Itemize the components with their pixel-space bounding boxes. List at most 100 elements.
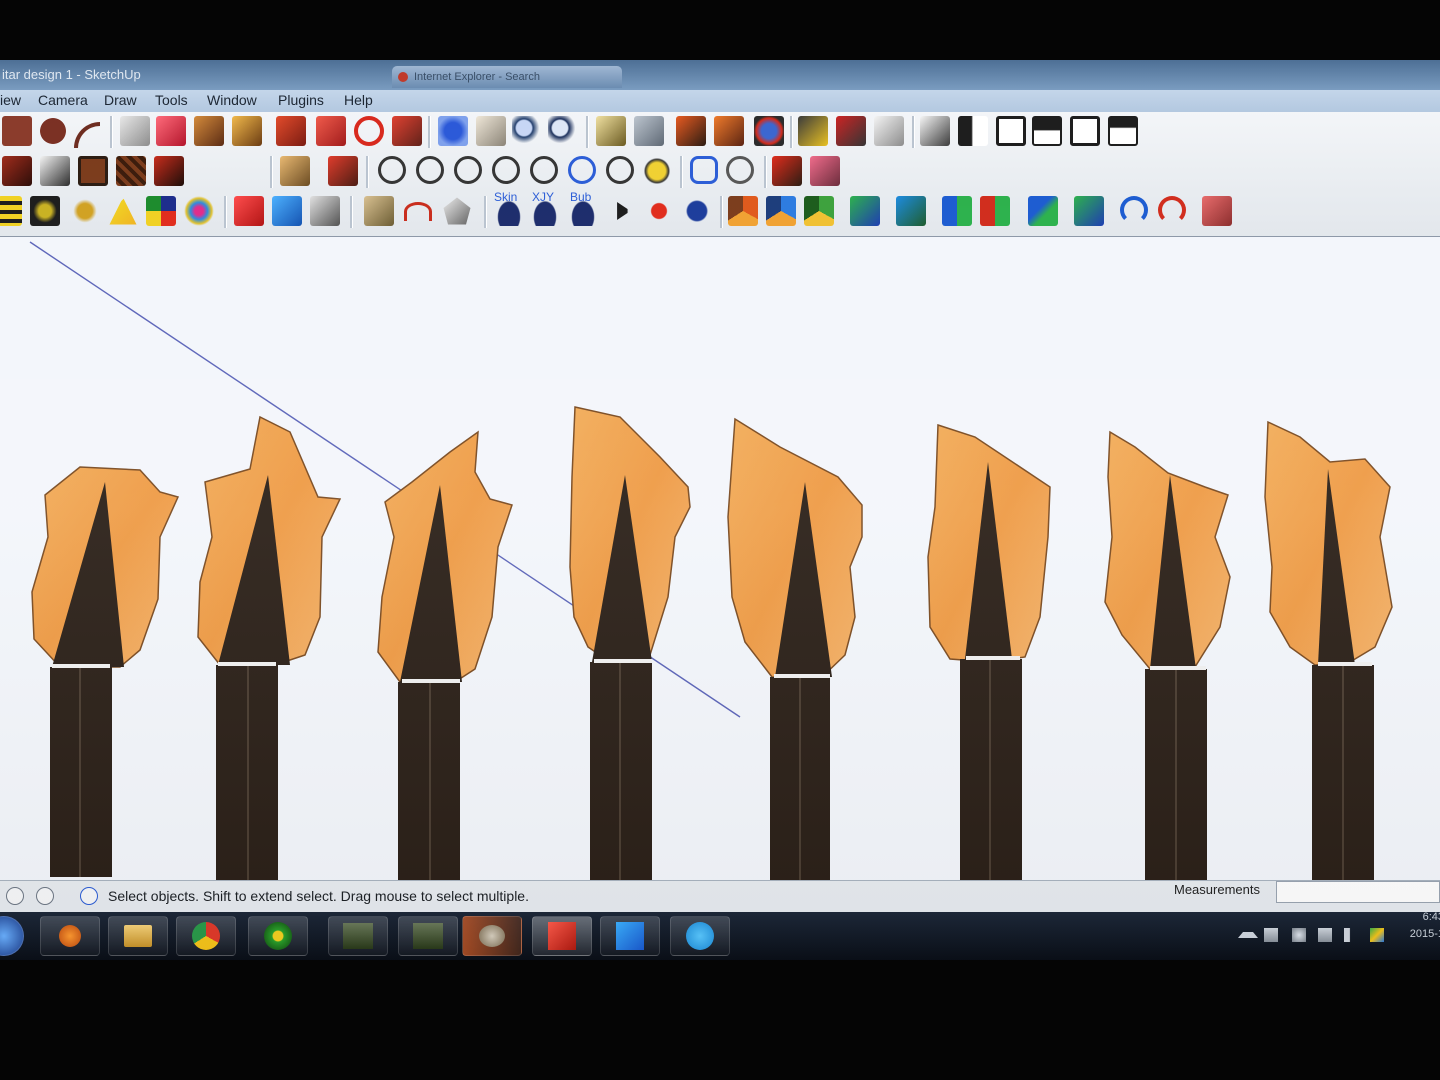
app-x-button[interactable] <box>600 916 660 956</box>
left-view-icon[interactable] <box>1108 116 1138 146</box>
extension-icon[interactable] <box>874 116 904 146</box>
menu-help[interactable]: Help <box>344 92 373 108</box>
headstock-2[interactable] <box>197 415 342 880</box>
xjy-plugin-icon[interactable] <box>530 196 560 226</box>
credits-icon[interactable] <box>36 887 54 905</box>
xray-style-icon[interactable] <box>2 156 32 186</box>
menu-window[interactable]: Window <box>207 92 257 108</box>
curve-tool-4-icon[interactable] <box>492 156 520 184</box>
chrome-button[interactable] <box>176 916 236 956</box>
rotate-tool-icon[interactable] <box>354 116 384 146</box>
bub-plugin-icon[interactable] <box>568 196 598 226</box>
volume-icon[interactable] <box>1344 928 1358 942</box>
step-icon[interactable] <box>682 196 712 226</box>
position-camera-icon[interactable] <box>714 116 744 146</box>
headstock-6[interactable] <box>927 423 1051 880</box>
dimension-tool-icon[interactable] <box>772 156 802 186</box>
headstock-3[interactable] <box>377 430 513 880</box>
pan-icon[interactable] <box>476 116 506 146</box>
skype-button[interactable] <box>670 916 730 956</box>
stop-icon[interactable] <box>644 196 674 226</box>
menu-plugins[interactable]: Plugins <box>278 92 324 108</box>
push-pull-icon[interactable] <box>276 116 306 146</box>
headstock-4[interactable] <box>569 406 691 880</box>
arc-tool-icon[interactable] <box>74 122 100 148</box>
media-player-button[interactable] <box>40 916 100 956</box>
redo-icon[interactable] <box>1158 196 1186 224</box>
headstock-7[interactable] <box>1104 430 1231 880</box>
icq-button[interactable] <box>248 916 308 956</box>
orbit-icon[interactable] <box>438 116 468 146</box>
hidden-line-icon[interactable] <box>78 156 108 186</box>
circle-tool-icon[interactable] <box>38 116 68 146</box>
wireframe-style-icon[interactable] <box>40 156 70 186</box>
hourglass-icon[interactable] <box>1074 196 1104 226</box>
show-hidden-icons-icon[interactable] <box>1238 932 1258 938</box>
weld-tool-icon[interactable] <box>726 156 754 184</box>
curve-tool-3-icon[interactable] <box>454 156 482 184</box>
delete-tool-icon[interactable] <box>1202 196 1232 226</box>
geo-location-icon[interactable] <box>6 887 24 905</box>
curve-tool-5-icon[interactable] <box>530 156 558 184</box>
measurements-input[interactable] <box>1276 881 1440 903</box>
shadows-icon[interactable] <box>30 196 60 226</box>
component-tool-icon[interactable] <box>232 116 262 146</box>
color-picker-icon[interactable] <box>146 196 176 226</box>
sync-icon[interactable] <box>1292 928 1306 942</box>
extrude-icon[interactable] <box>896 196 926 226</box>
menu-tools[interactable]: Tools <box>155 92 188 108</box>
shaded-textures-icon[interactable] <box>154 156 184 186</box>
cone-icon[interactable] <box>109 197 137 225</box>
walk-icon[interactable] <box>676 116 706 146</box>
zoom-icon[interactable] <box>512 116 542 146</box>
bezier-icon[interactable] <box>404 202 432 221</box>
palette-icon[interactable] <box>184 196 214 226</box>
battlefield-2-button[interactable] <box>398 916 458 956</box>
get-models-icon[interactable] <box>754 116 784 146</box>
google-drive-icon[interactable] <box>1370 928 1384 942</box>
curve-tool-1-icon[interactable] <box>378 156 406 184</box>
headstock-5[interactable] <box>727 417 863 880</box>
follow-me-icon[interactable] <box>392 116 422 146</box>
curve-tool-8-icon[interactable] <box>642 156 672 186</box>
network-icon[interactable] <box>1318 928 1332 942</box>
crease-icon[interactable] <box>804 196 834 226</box>
sandbox-icon[interactable] <box>364 196 394 226</box>
battlefield-1-button[interactable] <box>328 916 388 956</box>
flip-vertical-icon[interactable] <box>942 196 972 226</box>
section-display-icon[interactable] <box>634 116 664 146</box>
zoom-extents-icon[interactable] <box>548 116 578 146</box>
menu-view[interactable]: iew <box>0 92 21 108</box>
action-center-flag-icon[interactable] <box>1264 928 1278 942</box>
eraser-tool-icon[interactable] <box>156 116 186 146</box>
clock[interactable]: 6:43 2015-1 <box>1404 909 1440 943</box>
scale-icon[interactable] <box>1028 196 1058 226</box>
polygon-icon[interactable] <box>443 197 471 225</box>
menu-camera[interactable]: Camera <box>38 92 88 108</box>
paint-bucket-icon[interactable] <box>194 116 224 146</box>
top-view-icon[interactable] <box>958 116 988 146</box>
sketchup-button[interactable] <box>532 916 592 956</box>
back-view-icon[interactable] <box>1070 116 1100 146</box>
front-view-icon[interactable] <box>996 116 1026 146</box>
curve-tool-2-icon[interactable] <box>416 156 444 184</box>
help-icon[interactable] <box>80 887 98 905</box>
select-tool-icon[interactable] <box>120 116 150 146</box>
play-icon[interactable] <box>617 202 631 220</box>
curve-tool-7-icon[interactable] <box>606 156 634 184</box>
flip-horizontal-icon[interactable] <box>980 196 1010 226</box>
move-tool-icon[interactable] <box>316 116 346 146</box>
curve-tool-6-icon[interactable] <box>568 156 596 184</box>
subdivide-icon[interactable] <box>728 196 758 226</box>
pencil-tool-icon[interactable] <box>328 156 358 186</box>
offset-tool-icon[interactable] <box>690 156 718 184</box>
shaded-icon[interactable] <box>116 156 146 186</box>
layers-icon[interactable] <box>0 196 22 226</box>
gimp-button[interactable] <box>462 916 522 956</box>
browser-tab[interactable]: Internet Explorer - Search <box>392 66 622 88</box>
share-model-icon[interactable] <box>798 116 828 146</box>
fog-icon[interactable] <box>70 196 100 226</box>
section-plane-icon[interactable] <box>596 116 626 146</box>
right-view-icon[interactable] <box>1032 116 1062 146</box>
skin-plugin-icon[interactable] <box>494 196 524 226</box>
